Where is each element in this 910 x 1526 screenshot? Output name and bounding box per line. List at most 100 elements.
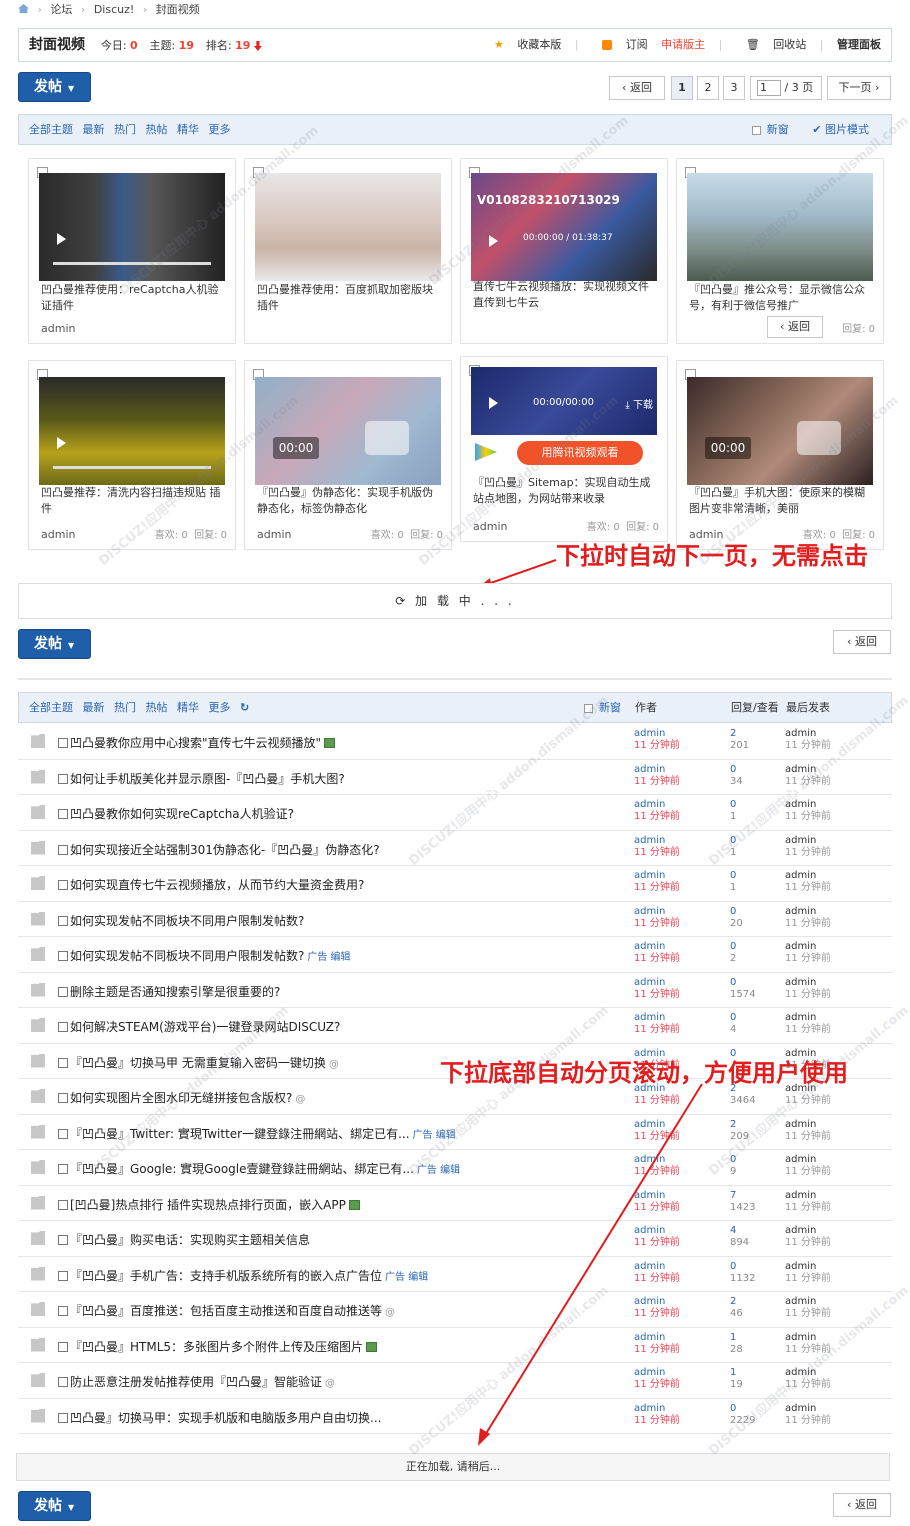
thread-checkbox[interactable] bbox=[58, 986, 68, 997]
progress-bar[interactable] bbox=[53, 466, 211, 469]
folder-icon[interactable] bbox=[31, 876, 45, 890]
subscribe-button[interactable]: 订阅 申请版主 bbox=[592, 38, 705, 51]
thread-checkbox[interactable] bbox=[58, 1270, 68, 1281]
thread-checkbox[interactable] bbox=[58, 1377, 68, 1387]
image-thumbnail[interactable] bbox=[255, 173, 441, 281]
picture-mode-toggle[interactable]: ✔ 图片模式 bbox=[812, 123, 875, 136]
thread-checkbox[interactable] bbox=[58, 1057, 68, 1068]
thread-title-link[interactable]: 如何解决STEAM(游戏平台)一键登录网站DISCUZ? bbox=[70, 1020, 340, 1034]
reply-count[interactable]: 0 bbox=[730, 764, 743, 776]
thread-card[interactable]: 00:00 『凹凸曼』手机大图：使原来的模糊图片变非常清晰，美丽 admin 喜… bbox=[676, 360, 884, 550]
author-link[interactable]: admin bbox=[634, 799, 680, 811]
new-window-toggle[interactable]: 新窗 bbox=[751, 123, 795, 136]
card-author[interactable]: admin bbox=[473, 520, 507, 533]
breadcrumb-discuz[interactable]: Discuz! bbox=[94, 3, 134, 16]
reply-count[interactable]: 0 bbox=[730, 1403, 755, 1415]
reply-count[interactable]: 0 bbox=[730, 941, 736, 953]
reply-count[interactable]: 0 bbox=[730, 1261, 755, 1273]
thread-checkbox[interactable] bbox=[58, 809, 68, 819]
folder-icon[interactable] bbox=[31, 911, 45, 926]
table-row[interactable]: 『凹凸曼』HTML5：多张图片多个附件上传及压缩图片 admin 11 分钟前 1 28… bbox=[18, 1328, 892, 1363]
last-poster-link[interactable]: admin bbox=[785, 764, 831, 776]
author-link[interactable]: admin bbox=[634, 1012, 680, 1024]
last-poster-link[interactable]: admin bbox=[785, 1367, 831, 1379]
author-link[interactable]: admin bbox=[634, 764, 680, 776]
last-poster-link[interactable]: admin bbox=[785, 835, 831, 847]
play-icon[interactable] bbox=[489, 235, 498, 247]
video-thumbnail[interactable] bbox=[39, 173, 225, 281]
thread-checkbox[interactable] bbox=[58, 1093, 68, 1103]
thread-title-link[interactable]: 『凹凸曼』Twitter: 實現Twitter一鍵登錄注冊網站、綁定已有... bbox=[70, 1127, 410, 1141]
last-poster-link[interactable]: admin bbox=[785, 1225, 831, 1237]
table-row[interactable]: 『凹凸曼』手机广告：支持手机版系统所有的嵌入点广告位 广告 编辑 admin 11 分… bbox=[18, 1257, 892, 1292]
next-page-button[interactable]: 下一页 › bbox=[827, 76, 891, 100]
reply-count[interactable]: 0 bbox=[730, 870, 736, 882]
card-title[interactable]: 直传七牛云视频播放：实现视频文件直传到七牛云 bbox=[473, 279, 657, 311]
last-poster-link[interactable]: admin bbox=[785, 977, 831, 989]
author-link[interactable]: admin bbox=[634, 728, 680, 740]
thread-title-link[interactable]: 删除主题是否通知搜索引擎是很重要的? bbox=[70, 985, 280, 999]
reply-count[interactable]: 1 bbox=[730, 1332, 743, 1344]
last-poster-link[interactable]: admin bbox=[785, 1332, 831, 1344]
filter-hotpost[interactable]: 热帖 bbox=[146, 123, 168, 136]
table-row[interactable]: 如何实现接近全站强制301伪静态化-『凹凸曼』伪静态化? admin 11 分钟前 0… bbox=[18, 831, 892, 866]
page-2[interactable]: 2 bbox=[697, 76, 719, 100]
card-title[interactable]: 凹凸曼推荐：清洗内容扫描违规贴 插件 bbox=[41, 485, 225, 517]
card-author[interactable]: admin bbox=[41, 528, 75, 541]
thread-card[interactable]: 凹凸曼推荐：清洗内容扫描违规贴 插件 admin 喜欢: 0 回复: 0 bbox=[28, 360, 236, 550]
thread-title-link[interactable]: [凹凸曼]热点排行 插件实现热点排行页面，嵌入APP bbox=[70, 1198, 346, 1212]
last-poster-link[interactable]: admin bbox=[785, 728, 831, 740]
last-poster-link[interactable]: admin bbox=[785, 799, 831, 811]
post-button[interactable]: 发帖 ▼ bbox=[18, 1491, 91, 1521]
play-icon[interactable] bbox=[489, 397, 498, 409]
thread-title-link[interactable]: 如何实现接近全站强制301伪静态化-『凹凸曼』伪静态化? bbox=[70, 843, 380, 857]
card-back-button[interactable]: ‹ 返回 bbox=[767, 316, 823, 338]
admin-panel-button[interactable]: 管理面板 bbox=[837, 38, 881, 51]
reply-count[interactable]: 1 bbox=[730, 1367, 743, 1379]
filter-hotpost[interactable]: 热帖 bbox=[146, 701, 168, 714]
table-row[interactable]: 凹凸曼教你应用中心搜索"直传七牛云视频播放" admin 11 分钟前 2 201 adm… bbox=[18, 724, 892, 760]
thread-checkbox[interactable] bbox=[58, 844, 68, 855]
thread-checkbox[interactable] bbox=[58, 773, 68, 784]
thread-card[interactable]: 00:00/00:00 ⤓ 下载 用腾讯视频观看 『凹凸曼』Sitemap：实现… bbox=[460, 356, 668, 542]
thread-tag[interactable]: 广告 编辑 bbox=[385, 1272, 428, 1283]
thread-title-link[interactable]: 如何实现图片全图水印无缝拼接包含版权? bbox=[70, 1091, 292, 1105]
folder-icon[interactable] bbox=[31, 1018, 45, 1032]
filter-all[interactable]: 全部主题 bbox=[29, 123, 73, 136]
thread-title-link[interactable]: 『凹凸曼』HTML5：多张图片多个附件上传及压缩图片 bbox=[70, 1340, 363, 1354]
video-thumbnail[interactable]: 00:00 bbox=[255, 377, 441, 485]
image-thumbnail[interactable] bbox=[687, 173, 873, 281]
table-row[interactable]: 如何解决STEAM(游戏平台)一键登录网站DISCUZ? admin 11 分钟前 0… bbox=[18, 1008, 892, 1044]
thread-checkbox[interactable] bbox=[58, 1306, 68, 1316]
refresh-icon[interactable]: ↻ bbox=[240, 701, 249, 714]
thread-checkbox[interactable] bbox=[58, 951, 68, 961]
folder-icon[interactable] bbox=[31, 1337, 45, 1352]
play-icon[interactable] bbox=[365, 421, 409, 455]
author-link[interactable]: admin bbox=[634, 835, 680, 847]
card-title[interactable]: 『凹凸曼』推公众号：显示微信公众号，有利于微信号推广 bbox=[689, 282, 873, 314]
thread-card[interactable]: 凹凸曼推荐使用：reCaptcha人机验证插件 admin bbox=[28, 158, 236, 344]
progress-bar[interactable] bbox=[53, 262, 211, 265]
reply-count[interactable]: 0 bbox=[730, 799, 736, 811]
page-1[interactable]: 1 bbox=[671, 76, 693, 100]
card-title[interactable]: 『凹凸曼』Sitemap：实现自动生成站点地图，为网站带来收录 bbox=[473, 475, 657, 507]
folder-icon[interactable] bbox=[31, 1160, 45, 1174]
card-title[interactable]: 『凹凸曼』手机大图：使原来的模糊图片变非常清晰，美丽 bbox=[689, 485, 873, 517]
folder-icon[interactable] bbox=[31, 1231, 45, 1245]
thread-title-link[interactable]: 『凹凸曼』购买电话：实现购买主题相关信息 bbox=[70, 1233, 310, 1247]
thread-tag[interactable]: 广告 编辑 bbox=[417, 1165, 460, 1176]
last-poster-link[interactable]: admin bbox=[785, 1012, 831, 1024]
filter-hot[interactable]: 热门 bbox=[114, 701, 136, 714]
reply-count[interactable]: 0 bbox=[730, 977, 755, 989]
author-link[interactable]: admin bbox=[634, 977, 680, 989]
thread-checkbox[interactable] bbox=[58, 880, 68, 890]
table-row[interactable]: 凹凸曼』切换马甲：实现手机版和电脑版多用户自由切换... admin 11 分钟前 0… bbox=[18, 1399, 892, 1434]
table-row[interactable]: 如何让手机版美化并显示原图-『凹凸曼』手机大图? admin 11 分钟前 0 34 ad… bbox=[18, 760, 892, 795]
thread-checkbox[interactable] bbox=[58, 1235, 68, 1245]
last-poster-link[interactable]: admin bbox=[785, 1154, 831, 1166]
card-author[interactable]: admin bbox=[257, 528, 291, 541]
filter-newest[interactable]: 最新 bbox=[83, 123, 105, 136]
thread-title-link[interactable]: 凹凸曼教你如何实现reCaptcha人机验证? bbox=[70, 807, 294, 821]
breadcrumb-forum[interactable]: 论坛 bbox=[50, 3, 72, 16]
last-poster-link[interactable]: admin bbox=[785, 1119, 831, 1131]
